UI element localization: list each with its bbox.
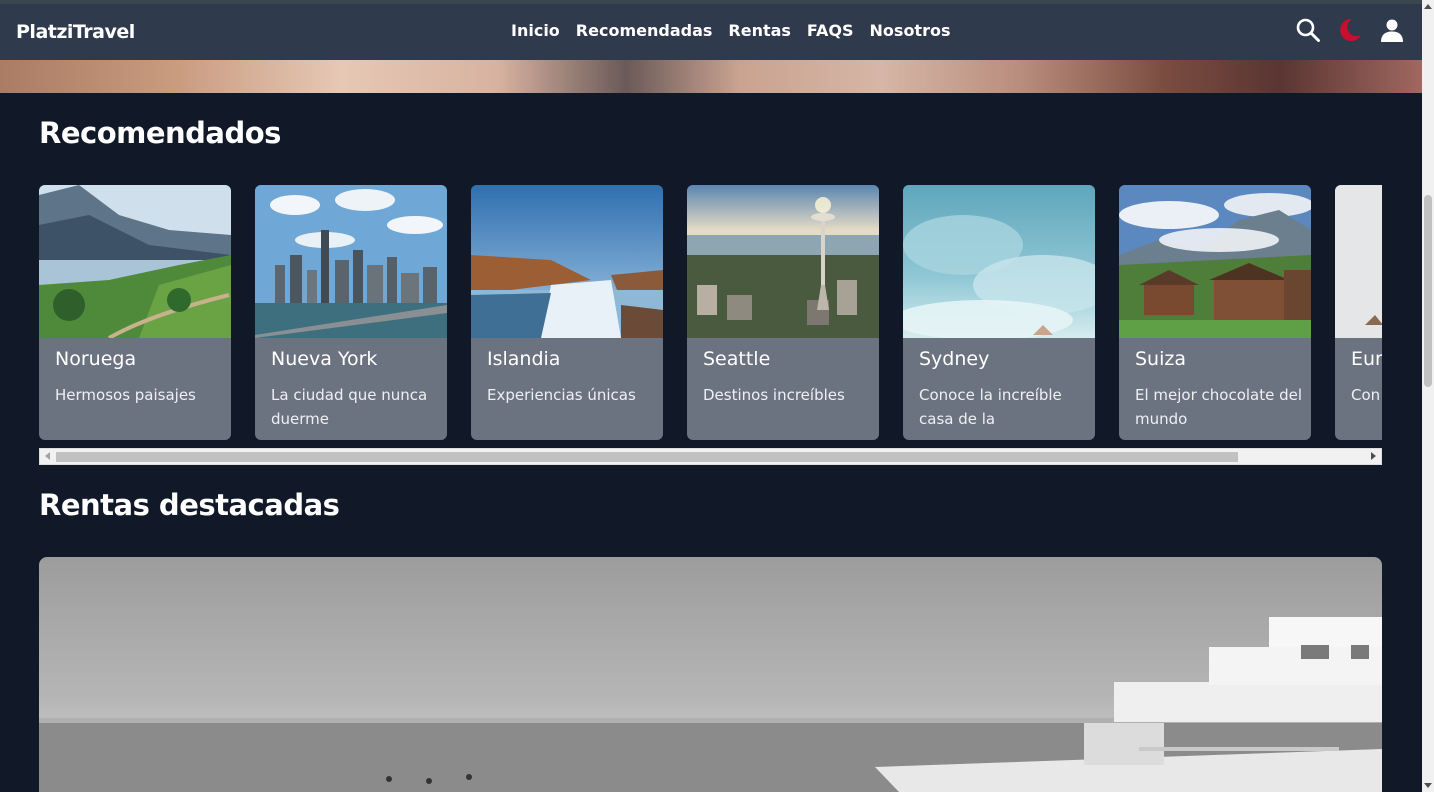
- card-nueva-york[interactable]: Nueva York La ciudad que nunca duerme: [255, 185, 447, 440]
- nav-icons: [1294, 16, 1406, 44]
- card-description: Destinos increíbles: [703, 386, 845, 404]
- card-description: Hermosos paisajes: [55, 386, 196, 404]
- search-icon[interactable]: [1294, 16, 1322, 44]
- card-description: La ciudad que nunca duerme: [271, 386, 428, 428]
- card-seattle[interactable]: Seattle Destinos increíbles: [687, 185, 879, 440]
- card-image: [39, 185, 231, 340]
- card-image: [903, 185, 1095, 340]
- nav-recomendadas[interactable]: Recomendadas: [576, 21, 713, 40]
- card-sydney[interactable]: Sydney Conoce la increíble casa de la: [903, 185, 1095, 440]
- scroll-down-arrow-icon[interactable]: [1424, 783, 1432, 788]
- card-title: Seattle: [703, 348, 771, 370]
- card-description: Conoce la increíble casa de la: [919, 386, 1062, 428]
- carousel-scrollbar[interactable]: [39, 448, 1382, 465]
- nav-rentas[interactable]: Rentas: [728, 21, 791, 40]
- card-title: Sydney: [919, 348, 990, 370]
- card-image: [1335, 185, 1382, 338]
- navbar: PlatziTravel Inicio Recomendadas Rentas …: [0, 4, 1422, 60]
- card-image: [471, 185, 663, 338]
- moon-icon[interactable]: [1336, 16, 1364, 44]
- recommended-title: Recomendados: [39, 116, 281, 150]
- scroll-left-arrow-icon[interactable]: [45, 452, 50, 460]
- scrollbar-thumb[interactable]: [56, 452, 1238, 462]
- card-noruega[interactable]: Noruega Hermosos paisajes: [39, 185, 231, 440]
- recommended-carousel[interactable]: Noruega Hermosos paisajes Nueva York La …: [39, 185, 1382, 440]
- nav-faqs[interactable]: FAQS: [807, 21, 854, 40]
- page-scrollbar-thumb[interactable]: [1424, 195, 1432, 387]
- card-title: Nueva York: [271, 348, 378, 370]
- card-description: El mejor chocolate del mundo: [1135, 386, 1303, 428]
- main-nav: Inicio Recomendadas Rentas FAQS Nosotros: [511, 21, 950, 40]
- nav-inicio[interactable]: Inicio: [511, 21, 560, 40]
- rentals-title: Rentas destacadas: [39, 488, 340, 522]
- nav-nosotros[interactable]: Nosotros: [870, 21, 951, 40]
- card-description: Experiencias únicas: [487, 386, 636, 404]
- card-europa[interactable]: Eur Con de c: [1335, 185, 1382, 440]
- scroll-right-arrow-icon[interactable]: [1371, 452, 1376, 460]
- card-title: Noruega: [55, 348, 137, 370]
- card-islandia[interactable]: Islandia Experiencias únicas: [471, 185, 663, 440]
- card-image: [255, 185, 447, 338]
- featured-rental-image[interactable]: [39, 557, 1382, 792]
- card-suiza[interactable]: Suiza El mejor chocolate del mundo: [1119, 185, 1311, 440]
- card-image: [687, 185, 879, 338]
- hero-image: [0, 60, 1422, 93]
- scroll-up-arrow-icon[interactable]: [1424, 4, 1432, 9]
- card-title: Islandia: [487, 348, 561, 370]
- card-title: Eur: [1351, 348, 1382, 370]
- card-image: [1119, 185, 1311, 338]
- card-title: Suiza: [1135, 348, 1186, 370]
- page-scrollbar[interactable]: [1422, 0, 1434, 792]
- user-icon[interactable]: [1378, 16, 1406, 44]
- card-description: Con de c: [1351, 386, 1382, 404]
- brand-logo[interactable]: PlatziTravel: [16, 21, 135, 43]
